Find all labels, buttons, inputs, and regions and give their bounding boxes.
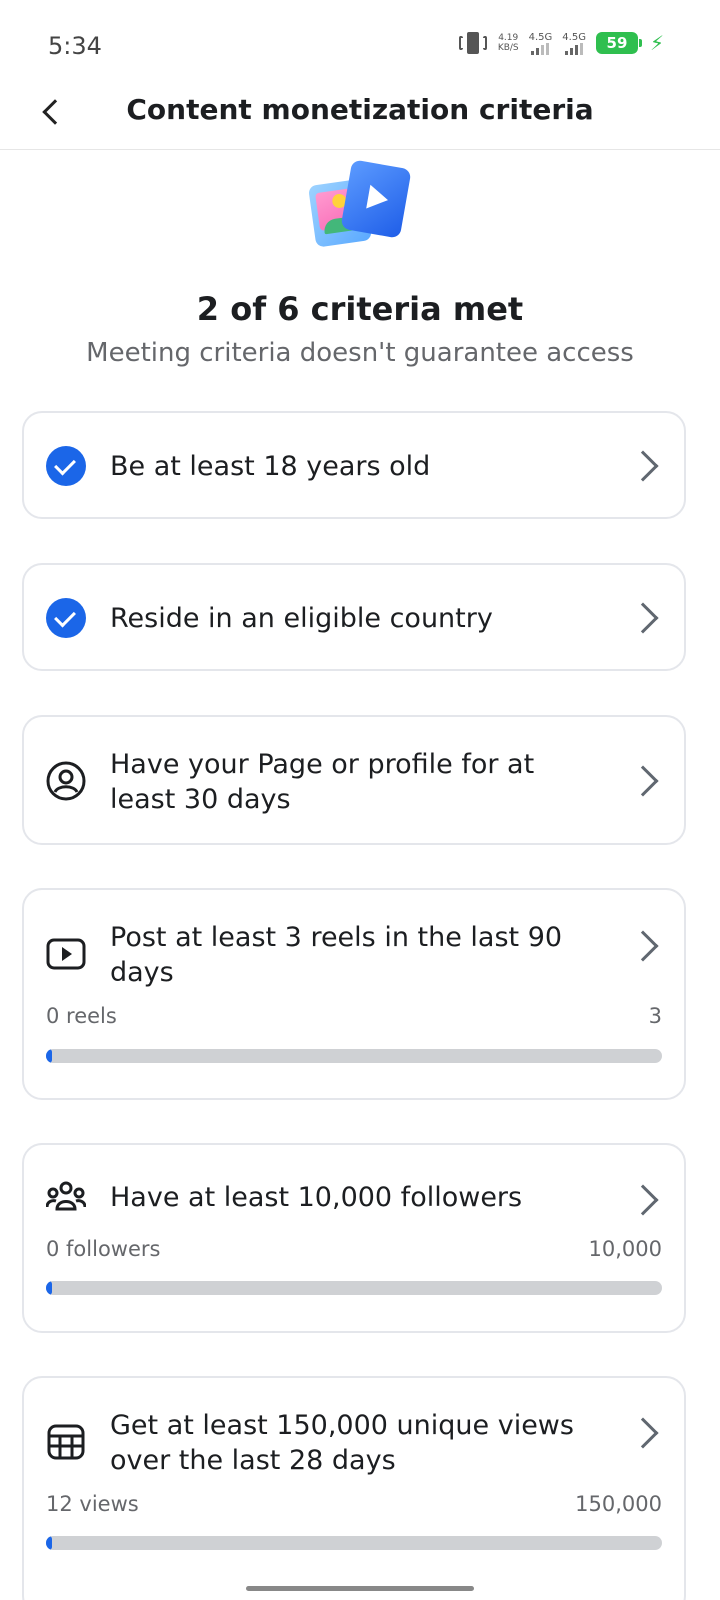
- progress-bar: [46, 1281, 662, 1295]
- criteria-summary-title: 2 of 6 criteria met: [196, 290, 524, 328]
- signal-sim1-label: 4.5G: [528, 31, 553, 43]
- progress-bar: [46, 1049, 662, 1063]
- network-speed-value: 4.19: [498, 33, 519, 43]
- criteria-label: Be at least 18 years old: [110, 451, 431, 482]
- signal-sim1: 4.5G: [528, 31, 553, 55]
- people-icon: [45, 1179, 87, 1219]
- criteria-label: Reside in an eligible country: [110, 603, 493, 634]
- criteria-card-age[interactable]: Be at least 18 years old: [22, 411, 686, 519]
- status-time: 5:34: [48, 32, 102, 60]
- chevron-right-icon: [627, 765, 659, 797]
- home-indicator[interactable]: [246, 1586, 474, 1591]
- progress-labels: 0 reels 3: [46, 1004, 662, 1028]
- criteria-summary-subtitle: Meeting criteria doesn't guarantee acces…: [86, 338, 634, 368]
- signal-sim2-label: 4.5G: [562, 31, 586, 43]
- progress-target: 3: [648, 1004, 662, 1028]
- signal-bars-icon: [531, 42, 550, 55]
- chevron-right-icon: [627, 930, 659, 962]
- status-icons: 4.19 KB/S 4.5G 4.5G 59 ⚡: [458, 30, 664, 56]
- progress-bar: [46, 1536, 662, 1550]
- profile-icon: [46, 761, 86, 801]
- media-illustration-icon: [307, 159, 412, 252]
- criteria-label: Have at least 10,000 followers: [110, 1182, 523, 1213]
- progress-fill: [46, 1536, 52, 1550]
- chevron-right-icon: [627, 1417, 659, 1449]
- progress-current: 12 views: [46, 1492, 139, 1516]
- vibrate-icon: [458, 30, 488, 56]
- criteria-label: Post at least 3 reels in the last 90 day…: [110, 922, 563, 988]
- calendar-grid-icon: [46, 1422, 86, 1462]
- top-app-bar: Content monetization criteria: [0, 92, 720, 150]
- criteria-label: Have your Page or profile for at least 3…: [110, 749, 535, 815]
- network-speed: 4.19 KB/S: [498, 33, 519, 53]
- chevron-right-icon: [627, 450, 659, 482]
- progress-fill: [46, 1281, 52, 1295]
- criteria-card-followers[interactable]: Have at least 10,000 followers 0 followe…: [22, 1143, 686, 1333]
- video-card: [340, 159, 412, 239]
- battery-icon: 59: [595, 32, 642, 54]
- status-bar: 5:34 4.19 KB/S 4.5G 4.5G 59 ⚡: [0, 0, 720, 92]
- chevron-right-icon: [627, 1184, 659, 1216]
- charging-icon: ⚡: [649, 31, 664, 55]
- progress-labels: 12 views 150,000: [46, 1492, 662, 1516]
- chevron-right-icon: [627, 602, 659, 634]
- progress-current: 0 followers: [46, 1237, 161, 1261]
- signal-sim2: 4.5G: [562, 32, 586, 55]
- network-speed-unit: KB/S: [497, 43, 519, 53]
- progress-target: 10,000: [588, 1237, 662, 1261]
- check-circle-icon: [46, 446, 86, 486]
- progress-current: 0 reels: [46, 1004, 117, 1028]
- progress-labels: 0 followers 10,000: [46, 1237, 662, 1261]
- criteria-card-country[interactable]: Reside in an eligible country: [22, 563, 686, 671]
- criteria-card-account-age[interactable]: Have your Page or profile for at least 3…: [22, 715, 686, 845]
- check-circle-icon: [46, 598, 86, 638]
- page-title: Content monetization criteria: [126, 93, 594, 126]
- progress-fill: [46, 1049, 52, 1063]
- criteria-label: Get at least 150,000 unique views over t…: [110, 1410, 574, 1476]
- play-icon: [46, 934, 86, 974]
- criteria-card-reels[interactable]: Post at least 3 reels in the last 90 day…: [22, 888, 686, 1100]
- signal-bars-icon: [565, 42, 584, 55]
- battery-level: 59: [606, 34, 628, 52]
- progress-target: 150,000: [575, 1492, 662, 1516]
- criteria-card-views[interactable]: Get at least 150,000 unique views over t…: [22, 1376, 686, 1600]
